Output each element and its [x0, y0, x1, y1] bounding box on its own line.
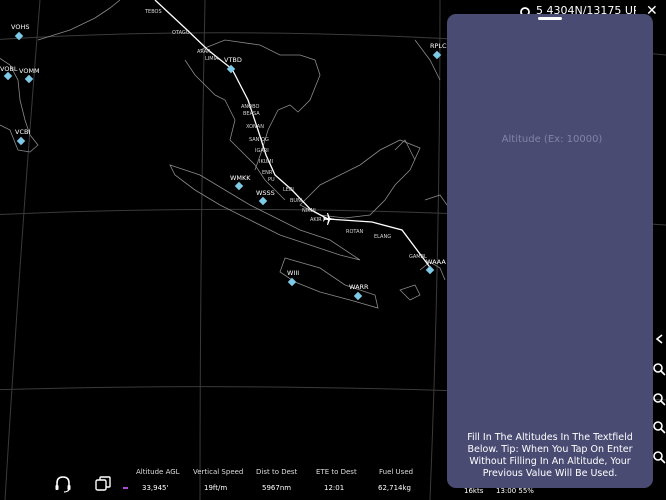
stat-value-vertical-speed: 19ft/m	[204, 484, 228, 492]
svg-text:WARR: WARR	[349, 283, 369, 291]
aircraft-icon	[323, 213, 335, 225]
waypoint-label: LEBI	[283, 187, 294, 193]
windows-icon[interactable]	[94, 475, 112, 493]
svg-text:RPLC: RPLC	[430, 42, 447, 50]
panel-drag-handle[interactable]	[538, 17, 562, 20]
panel-hint-text: Fill In The Altitudes In The Textfield B…	[467, 432, 633, 479]
waypoint-label: XONAN	[246, 124, 264, 130]
ground-speed: 16kts	[464, 487, 484, 495]
airport-marker[interactable]: WSSS	[256, 189, 275, 206]
svg-text:VOBL: VOBL	[0, 65, 18, 73]
stat-label-ete-to-dest: ETE to Dest	[316, 468, 357, 476]
waypoint-label: ELANG	[374, 234, 391, 240]
waypoint-label: ARAR	[197, 49, 211, 55]
altitude-panel: Fill In The Altitudes In The Textfield B…	[447, 14, 653, 488]
airport-marker[interactable]: WMKK	[230, 174, 251, 191]
stat-value-ete-to-dest: 12:01	[324, 484, 345, 492]
svg-text:WIII: WIII	[287, 269, 299, 277]
stat-label-fuel-used: Fuel Used	[379, 468, 414, 476]
waypoint-label: BEASA	[243, 111, 260, 117]
waypoint-label: NIKNI	[302, 208, 316, 214]
stat-label-altitude: Altitude AGL	[136, 468, 180, 476]
waypoint-label: AKIR	[310, 217, 322, 223]
zoom-icon[interactable]	[652, 362, 666, 376]
airport-marker[interactable]: VCBI	[15, 128, 30, 146]
airport-marker[interactable]: VOBL	[0, 65, 18, 81]
waypoint-label: BUNI	[290, 198, 302, 204]
zoom-icon[interactable]	[652, 392, 666, 406]
altitude-input[interactable]	[461, 126, 643, 152]
waypoint-label: PU	[268, 177, 275, 183]
svg-text:VOHS: VOHS	[11, 23, 29, 31]
airport-marker[interactable]: RPLC	[430, 42, 447, 60]
waypoint-label: ROTAN	[346, 229, 363, 235]
stat-value-dist-to-dest: 5967nm	[262, 484, 292, 492]
airport-marker[interactable]: VOMM	[19, 67, 40, 84]
time-battery: 13:00 55%	[496, 487, 534, 495]
stat-label-dist-to-dest: Dist to Dest	[256, 468, 298, 476]
waypoint-label: SAN OG	[249, 137, 269, 143]
svg-text:WSSS: WSSS	[256, 189, 275, 197]
waypoint-label: OTAGO	[172, 30, 190, 36]
headset-icon[interactable]	[53, 475, 73, 493]
waypoint-label: LIMIA	[205, 56, 219, 62]
chevron-icon[interactable]	[652, 332, 666, 346]
waypoint-label: GAMBL	[409, 254, 427, 260]
stat-value-altitude: 33,945'	[142, 484, 169, 492]
svg-text:VCBI: VCBI	[15, 128, 30, 136]
waypoint-label: ANOBO	[241, 104, 259, 110]
stat-label-vertical-speed: Vertical Speed	[193, 468, 244, 476]
waypoint-label: IKUMI	[259, 159, 273, 165]
route-legend-indicator	[123, 487, 128, 489]
svg-text:WAAA: WAAA	[426, 258, 446, 266]
svg-text:WMKK: WMKK	[230, 174, 251, 182]
zoom-icon[interactable]	[652, 420, 666, 434]
stat-value-fuel-used: 62,714kg	[378, 484, 411, 492]
waypoint-label: ENR	[262, 170, 273, 176]
waypoint-label: IGARI	[255, 148, 269, 154]
waypoint-label: TEBOS	[144, 9, 162, 15]
svg-text:VTBD: VTBD	[224, 56, 242, 64]
svg-text:VOMM: VOMM	[19, 67, 40, 75]
